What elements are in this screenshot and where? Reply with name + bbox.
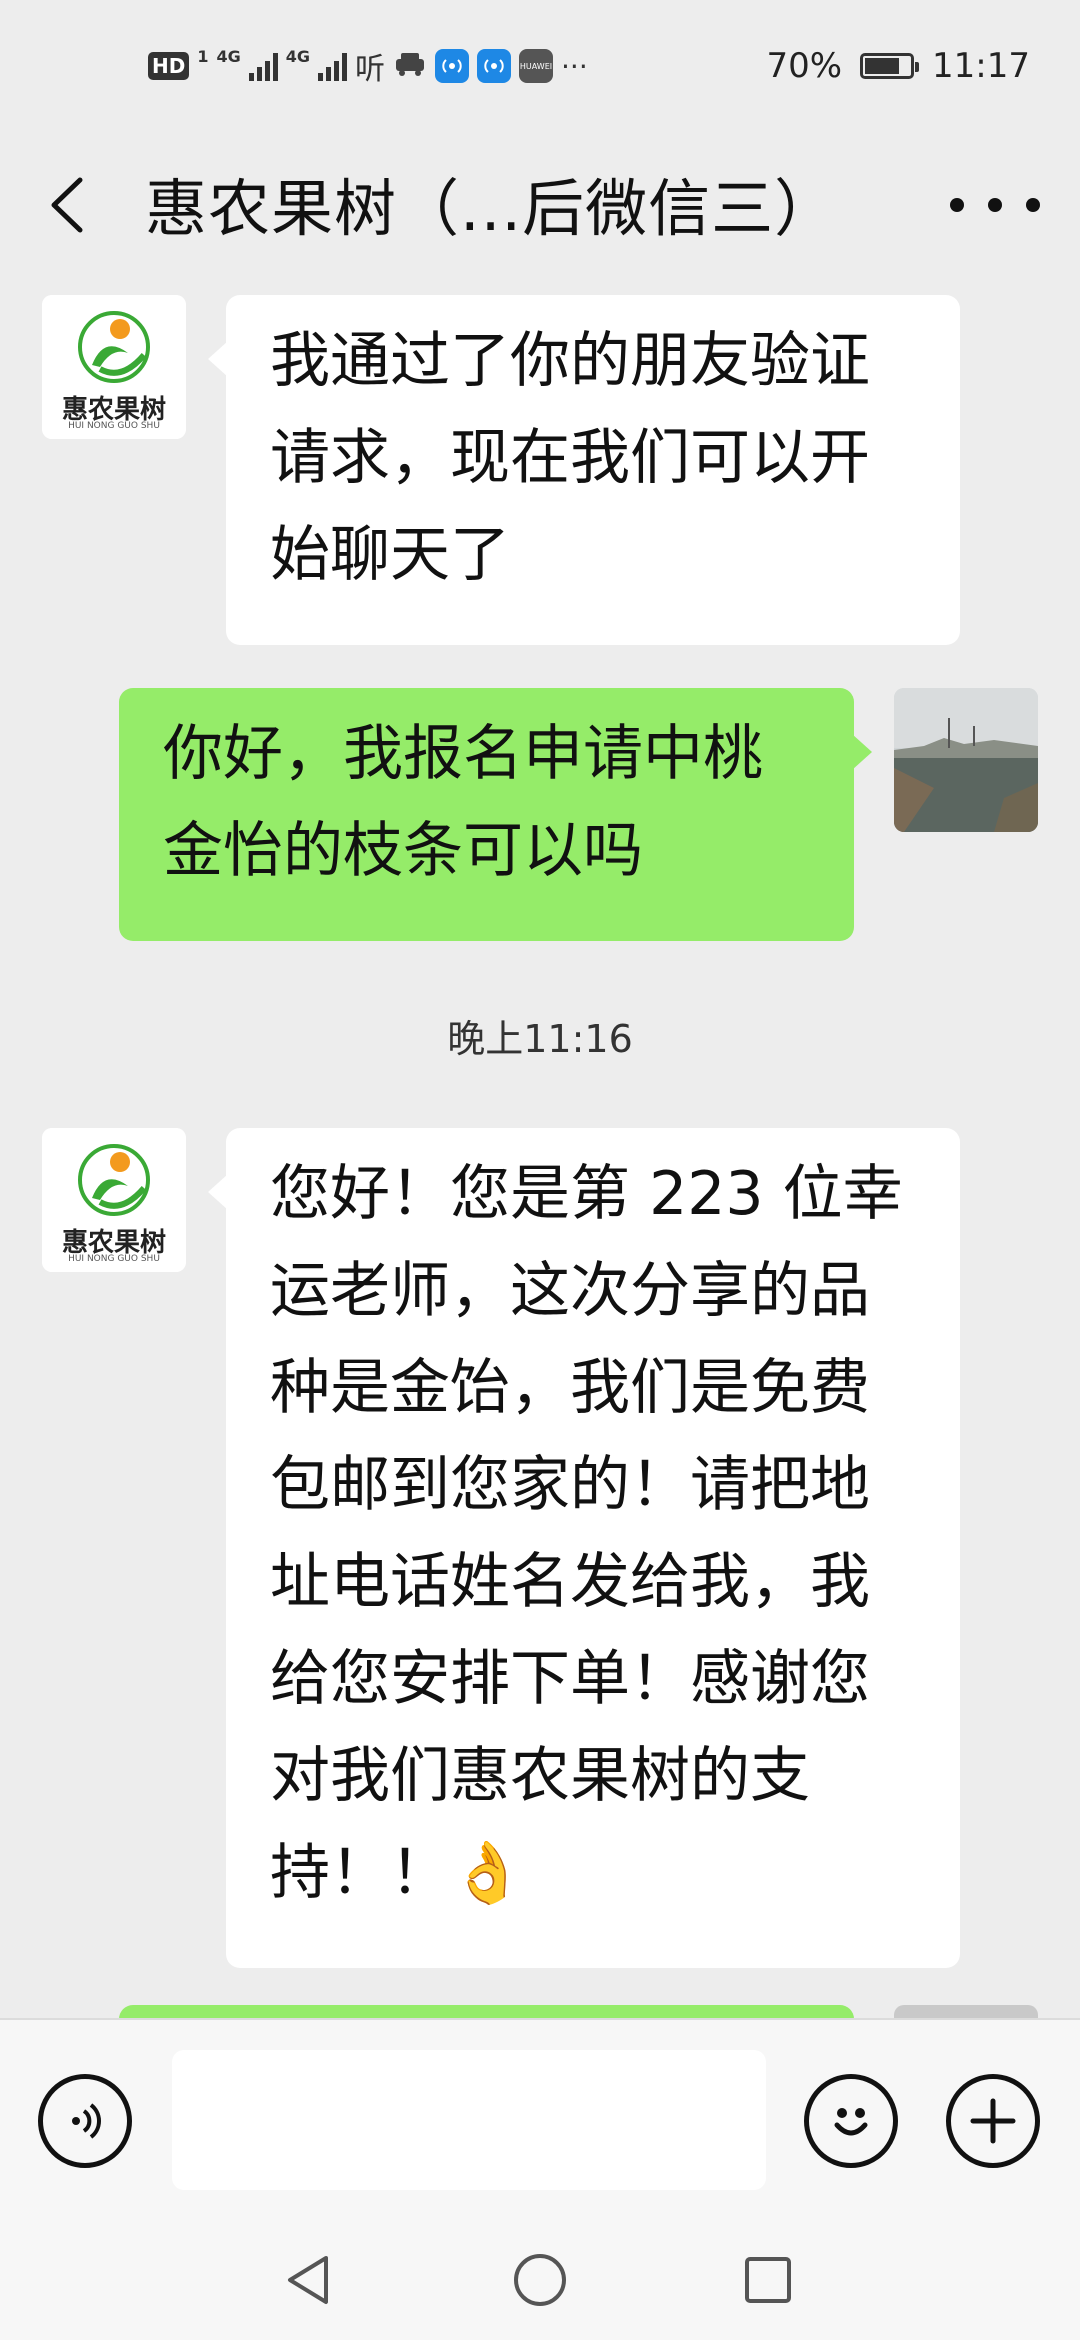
hotspot-icon-2 (477, 49, 512, 83)
contact-avatar[interactable]: 惠农果树 HUI NONG GUO SHU (42, 1128, 186, 1272)
back-button[interactable] (40, 170, 100, 240)
circle-home-icon (514, 2254, 566, 2306)
message-bubble-outgoing[interactable]: 你好，我报名申请中桃 金怡的枝条可以吗 (119, 688, 872, 941)
plus-icon (970, 2098, 1016, 2144)
more-dot (988, 198, 1002, 212)
status-bar: HD 1 4G 4G 听 HUAWEI ··· 70% 11:17 (0, 0, 1080, 130)
input-bar (0, 2018, 1080, 2223)
voice-icon (72, 2103, 101, 2139)
chevron-left-icon (51, 177, 83, 233)
logo-subtext: HUI NONG GUO SHU (68, 421, 160, 431)
nav-home-button[interactable] (505, 2245, 575, 2315)
more-dot (1026, 198, 1040, 212)
battery-icon (860, 53, 920, 79)
my-avatar[interactable] (894, 688, 1038, 832)
triangle-back-icon (288, 2256, 328, 2304)
network-4g-label-2: 4G (285, 46, 311, 66)
message-bubble-incoming[interactable]: 我通过了你的朋友验证 请求，现在我们可以开 始聊天了 (208, 295, 960, 645)
network-4g-label-1: 4G (216, 46, 241, 66)
system-nav-bar (0, 2221, 1080, 2340)
huawei-icon: HUAWEI (519, 49, 554, 83)
emoji-icon (834, 2108, 868, 2136)
status-time: 11:17 (932, 46, 1030, 86)
voice-button[interactable] (38, 2074, 132, 2168)
message-input[interactable] (172, 2050, 766, 2190)
more-dot (950, 198, 964, 212)
logo-subtext: HUI NONG GUO SHU (68, 1254, 160, 1264)
message-timestamp: 晚上11:16 (447, 1017, 633, 1061)
more-button[interactable] (950, 170, 1040, 240)
hd-badge: HD (148, 52, 190, 80)
plus-button[interactable] (946, 2074, 1040, 2168)
sim-slot-label: 1 (197, 46, 209, 66)
chat-title: 惠农果树（...后微信三） (145, 172, 838, 245)
chat-header: 惠农果树（...后微信三） (0, 130, 1080, 280)
contact-avatar[interactable]: 惠农果树 HUI NONG GUO SHU (42, 295, 186, 439)
landscape-photo-icon (894, 688, 1038, 832)
listen-icon: 听 (355, 52, 386, 87)
signal-bars-icon (248, 51, 278, 81)
message-text: 你好，我报名申请中桃 金怡的枝条可以吗 (163, 719, 763, 886)
status-icons-left: HD 1 4G 4G 听 HUAWEI ··· (148, 46, 588, 87)
emoji-button[interactable] (804, 2074, 898, 2168)
square-recents-icon (745, 2257, 791, 2303)
message-bubble-incoming[interactable]: 您好！您是第 223 位幸 运老师，这次分享的品 种是金饴，我们是免费 包邮到您… (208, 1128, 960, 1968)
message-text: 您好！您是第 223 位幸 运老师，这次分享的品 种是金饴，我们是免费 包邮到您… (270, 1159, 903, 1908)
message-text: 我通过了你的朋友验证 请求，现在我们可以开 始聊天了 (270, 326, 870, 590)
hotspot-icon (435, 49, 470, 83)
car-icon (393, 49, 427, 83)
nav-back-button[interactable] (275, 2245, 345, 2315)
signal-bars-icon-2 (318, 51, 348, 81)
more-notifications-icon: ··· (561, 49, 588, 83)
status-icons-right: 70% 11:17 (766, 44, 1030, 88)
battery-percent: 70% (766, 46, 843, 86)
nav-recents-button[interactable] (733, 2245, 803, 2315)
